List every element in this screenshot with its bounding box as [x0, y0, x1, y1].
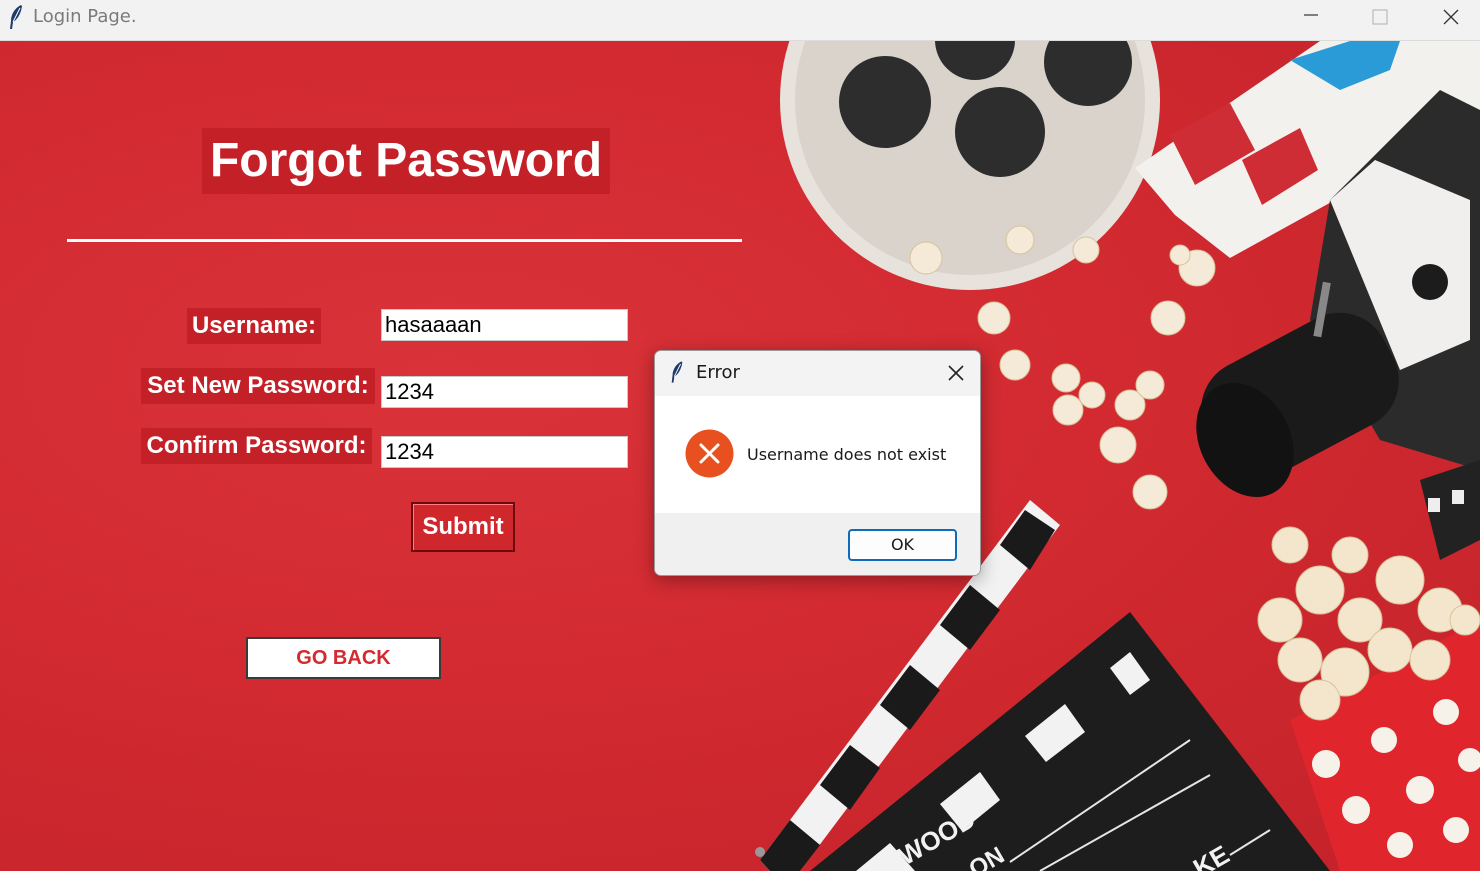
go-back-button[interactable]: GO BACK: [246, 637, 441, 679]
dialog-body: Username does not exist: [655, 396, 980, 513]
username-field[interactable]: hasaaaan: [381, 309, 628, 341]
maximize-button[interactable]: [1357, 0, 1403, 34]
feather-icon: [10, 5, 22, 29]
maximize-icon: [1372, 9, 1388, 25]
popcorn-bucket: [1257, 526, 1480, 871]
window-title: Login Page.: [33, 6, 137, 27]
dialog-title: Error: [696, 362, 740, 383]
error-dialog: Error Username does not exist OK: [654, 350, 981, 576]
feather-icon: [671, 361, 683, 383]
dialog-message: Username does not exist: [747, 445, 947, 464]
confirm-password-label: Confirm Password:: [141, 428, 372, 464]
close-icon: [1443, 9, 1459, 25]
error-icon: [685, 429, 734, 478]
window-close-button[interactable]: [1428, 0, 1474, 34]
submit-button[interactable]: Submit: [411, 502, 515, 552]
window-title-bar: Login Page.: [0, 0, 1480, 41]
minimize-button[interactable]: [1288, 0, 1334, 34]
close-icon: [948, 365, 964, 381]
new-password-label: Set New Password:: [141, 368, 375, 404]
dialog-title-bar: Error: [655, 351, 980, 396]
dialog-close-button[interactable]: [943, 360, 969, 386]
new-password-field[interactable]: 1234: [381, 376, 628, 408]
dialog-footer: OK: [655, 513, 980, 575]
divider: [67, 239, 742, 242]
username-label: Username:: [187, 308, 321, 344]
film-reel: [780, 41, 1160, 290]
confirm-password-field[interactable]: 1234: [381, 436, 628, 468]
ok-button[interactable]: OK: [848, 529, 957, 561]
page-title: Forgot Password: [202, 128, 610, 194]
minimize-icon: [1304, 14, 1318, 16]
